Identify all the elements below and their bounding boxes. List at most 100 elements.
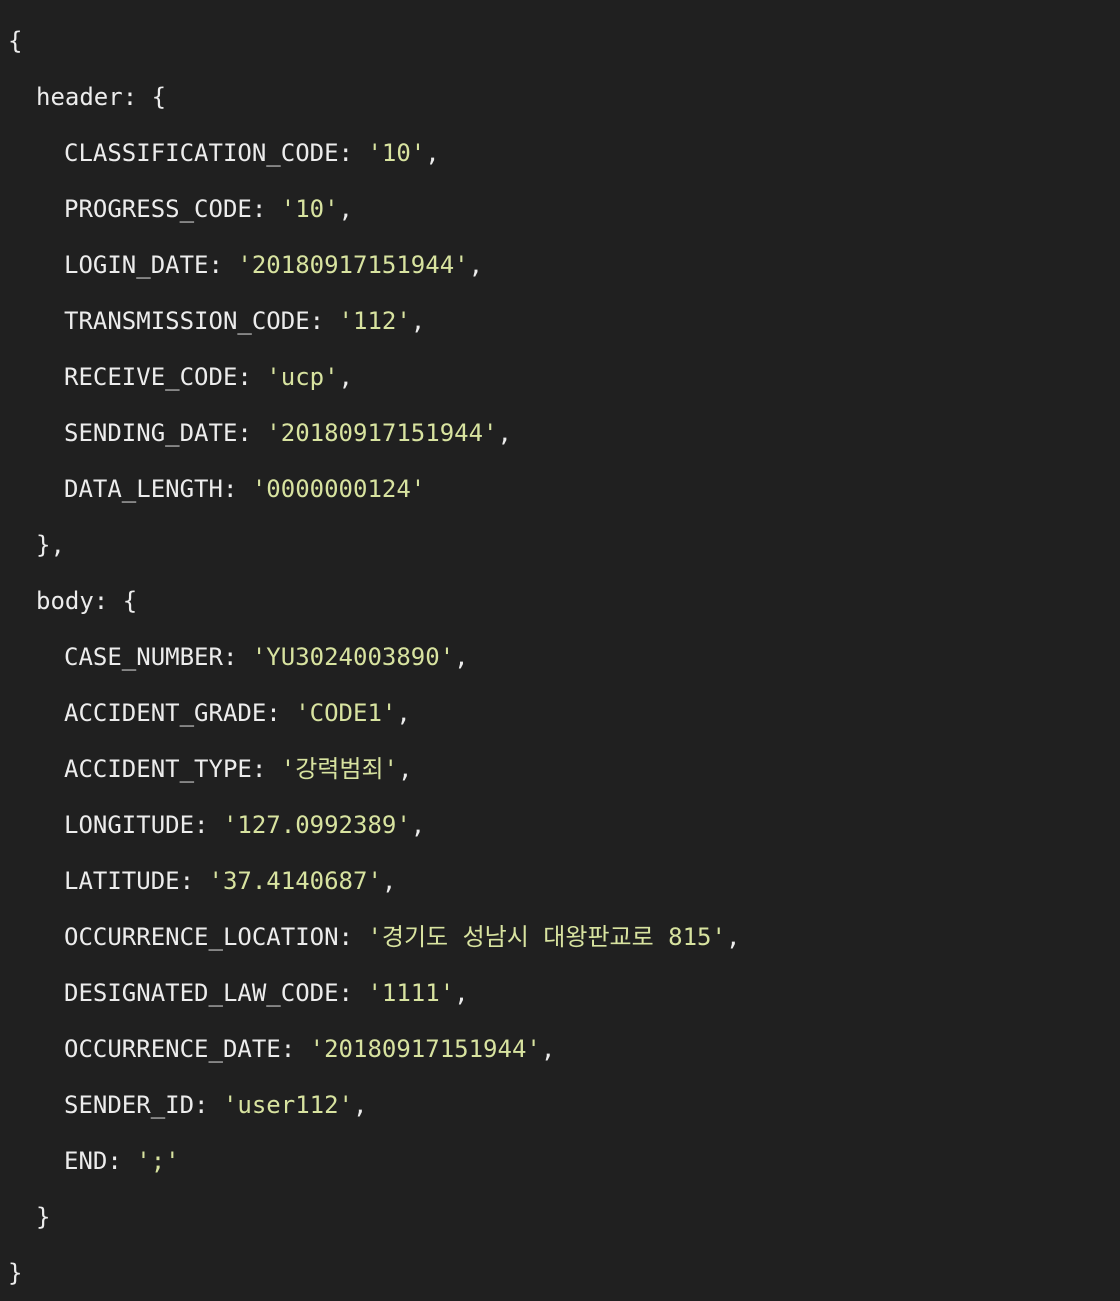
open-brace: {: [8, 27, 23, 55]
code-line: PROGRESS_CODE: '10',: [8, 181, 1120, 237]
field-key: ACCIDENT_TYPE: [64, 755, 252, 783]
field-trailing-comma: ,: [468, 251, 484, 279]
body-close-line: }: [8, 1189, 1120, 1245]
field-trailing-comma: ,: [338, 195, 353, 223]
field-value: '20180917151944': [237, 251, 469, 279]
close-brace-line: }: [8, 1245, 1120, 1301]
code-line: LONGITUDE: '127.0992389',: [8, 797, 1120, 853]
field-trailing-comma: ,: [725, 923, 741, 951]
field-value: 'YU3024003890': [251, 643, 455, 671]
code-line: SENDING_DATE: '20180917151944',: [8, 405, 1120, 461]
body-colon-brace: : {: [93, 587, 138, 615]
field-colon: :: [251, 755, 281, 783]
code-line: TRANSMISSION_CODE: '112',: [8, 293, 1120, 349]
field-colon: :: [107, 1147, 137, 1175]
field-value: 'CODE1': [295, 699, 397, 727]
body-close: }: [36, 1203, 51, 1231]
field-key: ACCIDENT_GRADE: [64, 699, 267, 727]
field-colon: :: [280, 1035, 310, 1063]
field-value: 'user112': [222, 1091, 353, 1119]
field-colon: :: [338, 923, 368, 951]
field-colon: :: [208, 251, 238, 279]
field-colon: :: [338, 979, 368, 1007]
field-value: '112': [338, 307, 411, 335]
field-trailing-comma: ,: [497, 419, 512, 447]
body-open-line: body: {: [8, 573, 1120, 629]
code-line: CASE_NUMBER: 'YU3024003890',: [8, 629, 1120, 685]
field-value: '0000000124': [251, 475, 426, 503]
field-value: '경기도 성남시 대왕판교로 815': [367, 923, 726, 951]
field-value: '10': [367, 139, 426, 167]
field-value: '강력범죄': [280, 755, 398, 783]
body-key: body: [36, 587, 94, 615]
field-trailing-comma: ,: [381, 867, 397, 895]
field-value: '10': [280, 195, 339, 223]
field-key: DATA_LENGTH: [64, 475, 223, 503]
field-colon: :: [237, 363, 267, 391]
code-line: END: ';': [8, 1133, 1120, 1189]
field-key: TRANSMISSION_CODE: [64, 307, 310, 335]
field-key: LATITUDE: [64, 867, 180, 895]
code-line: ACCIDENT_TYPE: '강력범죄',: [8, 741, 1120, 797]
field-key: END: [64, 1147, 108, 1175]
field-value: ';': [136, 1147, 180, 1175]
code-line: ACCIDENT_GRADE: 'CODE1',: [8, 685, 1120, 741]
code-viewer: { header: { CLASSIFICATION_CODE: '10', PR…: [0, 0, 1120, 1300]
open-brace-line: {: [8, 13, 1120, 69]
field-key: PROGRESS_CODE: [64, 195, 252, 223]
field-value: 'ucp': [266, 363, 339, 391]
field-colon: :: [194, 1091, 223, 1119]
field-value: '20180917151944': [309, 1035, 541, 1063]
field-key: OCCURRENCE_LOCATION: [64, 923, 339, 951]
header-open-line: header: {: [8, 69, 1120, 125]
field-colon: :: [237, 419, 267, 447]
field-colon: :: [179, 867, 209, 895]
header-fields: CLASSIFICATION_CODE: '10', PROGRESS_CODE:…: [8, 125, 1120, 517]
body-fields: CASE_NUMBER: 'YU3024003890', ACCIDENT_GRA…: [8, 629, 1120, 1189]
close-brace: }: [8, 1259, 23, 1287]
field-key: CASE_NUMBER: [64, 643, 223, 671]
code-line: SENDER_ID: 'user112',: [8, 1077, 1120, 1133]
field-trailing-comma: ,: [353, 1091, 368, 1119]
field-value: '127.0992389': [222, 811, 411, 839]
field-trailing-comma: ,: [410, 811, 426, 839]
field-value: '37.4140687': [208, 867, 382, 895]
field-colon: :: [222, 475, 252, 503]
field-value: '1111': [367, 979, 455, 1007]
field-value: '20180917151944': [266, 419, 498, 447]
field-trailing-comma: ,: [540, 1035, 556, 1063]
field-key: DESIGNATED_LAW_CODE: [64, 979, 339, 1007]
field-colon: :: [194, 811, 223, 839]
code-line: DATA_LENGTH: '0000000124': [8, 461, 1120, 517]
field-trailing-comma: ,: [410, 307, 426, 335]
field-trailing-comma: ,: [338, 363, 353, 391]
code-line: OCCURRENCE_DATE: '20180917151944',: [8, 1021, 1120, 1077]
code-line: DESIGNATED_LAW_CODE: '1111',: [8, 965, 1120, 1021]
field-colon: :: [222, 643, 252, 671]
header-close: },: [36, 531, 65, 559]
field-trailing-comma: ,: [425, 139, 440, 167]
field-trailing-comma: ,: [454, 979, 469, 1007]
field-trailing-comma: ,: [396, 699, 411, 727]
code-line: OCCURRENCE_LOCATION: '경기도 성남시 대왕판교로 815'…: [8, 909, 1120, 965]
header-close-line: },: [8, 517, 1120, 573]
header-colon-brace: : {: [122, 83, 167, 111]
field-colon: :: [309, 307, 339, 335]
field-key: LONGITUDE: [64, 811, 195, 839]
code-line: RECEIVE_CODE: 'ucp',: [8, 349, 1120, 405]
field-colon: :: [266, 699, 296, 727]
code-line: CLASSIFICATION_CODE: '10',: [8, 125, 1120, 181]
field-colon: :: [251, 195, 281, 223]
field-key: SENDING_DATE: [64, 419, 238, 447]
field-key: RECEIVE_CODE: [64, 363, 238, 391]
code-line: LATITUDE: '37.4140687',: [8, 853, 1120, 909]
field-trailing-comma: ,: [454, 643, 469, 671]
field-key: SENDER_ID: [64, 1091, 195, 1119]
code-line: LOGIN_DATE: '20180917151944',: [8, 237, 1120, 293]
field-key: OCCURRENCE_DATE: [64, 1035, 281, 1063]
field-key: CLASSIFICATION_CODE: [64, 139, 339, 167]
field-colon: :: [338, 139, 368, 167]
field-trailing-comma: ,: [397, 755, 413, 783]
field-key: LOGIN_DATE: [64, 251, 209, 279]
header-key: header: [36, 83, 123, 111]
